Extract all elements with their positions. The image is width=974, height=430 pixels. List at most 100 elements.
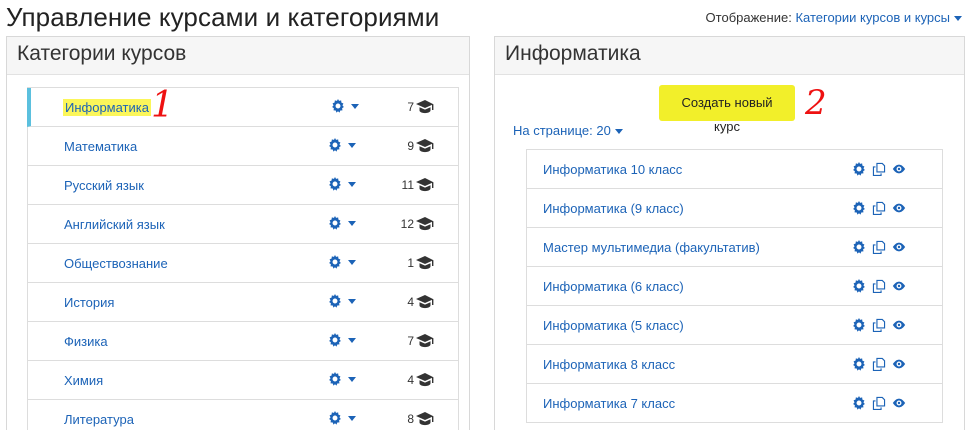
gear-icon[interactable] — [852, 201, 866, 215]
course-link[interactable]: Информатика 10 класс — [543, 162, 682, 177]
graduation-cap-icon — [416, 100, 434, 114]
per-page-selector[interactable]: На странице: 20 — [513, 123, 623, 138]
eye-icon[interactable] — [892, 162, 906, 176]
category-link[interactable]: Английский язык — [64, 217, 165, 232]
course-count: 7 — [407, 334, 414, 348]
category-actions-menu[interactable] — [328, 372, 356, 386]
copy-icon[interactable] — [872, 240, 886, 254]
eye-icon[interactable] — [892, 279, 906, 293]
courses-panel-title: Информатика — [495, 37, 964, 75]
category-link[interactable]: Физика — [64, 334, 108, 349]
gear-icon — [328, 138, 342, 152]
course-row[interactable]: Информатика (5 класс) — [526, 306, 943, 345]
copy-icon[interactable] — [872, 396, 886, 410]
category-row[interactable]: Математика 9 — [27, 127, 459, 166]
course-actions — [852, 162, 906, 176]
gear-icon[interactable] — [852, 357, 866, 371]
category-link[interactable]: Литература — [64, 412, 134, 427]
course-count: 11 — [401, 178, 414, 192]
gear-icon — [328, 255, 342, 269]
chevron-down-icon — [351, 103, 359, 109]
course-link[interactable]: Информатика 7 класс — [543, 396, 675, 411]
category-link[interactable]: Химия — [64, 373, 103, 388]
category-row[interactable]: Литература 8 — [27, 400, 459, 430]
course-link[interactable]: Информатика (9 класс) — [543, 201, 684, 216]
gear-icon[interactable] — [852, 396, 866, 410]
chevron-down-icon — [348, 181, 356, 187]
course-count: 1 — [407, 256, 414, 270]
view-label: Отображение: — [705, 10, 792, 25]
course-row[interactable]: Информатика (6 класс) — [526, 267, 943, 306]
course-actions — [852, 318, 906, 332]
category-link[interactable]: Информатика — [63, 98, 151, 116]
category-link[interactable]: История — [64, 295, 114, 310]
gear-icon[interactable] — [852, 279, 866, 293]
category-actions-menu[interactable] — [328, 138, 356, 152]
course-count: 12 — [400, 217, 414, 231]
copy-icon[interactable] — [872, 357, 886, 371]
course-actions — [852, 279, 906, 293]
course-row[interactable]: Информатика (9 класс) — [526, 189, 943, 228]
category-row[interactable]: Информатика 7 — [27, 88, 459, 127]
chevron-down-icon — [954, 16, 962, 22]
chevron-down-icon — [348, 220, 356, 226]
category-actions-menu[interactable] — [328, 294, 356, 308]
course-row[interactable]: Информатика 7 класс — [526, 384, 943, 423]
course-link[interactable]: Информатика (5 класс) — [543, 318, 684, 333]
gear-icon — [331, 99, 345, 113]
chevron-down-icon — [348, 337, 356, 343]
copy-icon[interactable] — [872, 318, 886, 332]
chevron-down-icon — [348, 376, 356, 382]
category-link[interactable]: Обществознание — [64, 256, 168, 271]
page-title: Управление курсами и категориями — [6, 2, 440, 32]
course-row[interactable]: Мастер мультимедиа (факультатив) — [526, 228, 943, 267]
category-row[interactable]: Русский язык 11 — [27, 166, 459, 205]
gear-icon[interactable] — [852, 240, 866, 254]
gear-icon[interactable] — [852, 162, 866, 176]
courses-panel: Информатика Создать новый курс 2 На стра… — [494, 36, 965, 430]
course-link[interactable]: Информатика 8 класс — [543, 357, 675, 372]
category-actions-menu[interactable] — [331, 99, 359, 113]
chevron-down-icon — [614, 129, 623, 135]
category-actions-menu[interactable] — [328, 255, 356, 269]
course-count: 7 — [407, 100, 414, 114]
gear-icon — [328, 333, 342, 347]
category-row[interactable]: Обществознание 1 — [27, 244, 459, 283]
category-actions-menu[interactable] — [328, 177, 356, 191]
eye-icon[interactable] — [892, 240, 906, 254]
category-row[interactable]: Английский язык 12 — [27, 205, 459, 244]
copy-icon[interactable] — [872, 201, 886, 215]
eye-icon[interactable] — [892, 318, 906, 332]
gear-icon — [328, 372, 342, 386]
create-course-button[interactable]: Создать новый курс — [667, 91, 787, 134]
gear-icon — [328, 177, 342, 191]
category-actions-menu[interactable] — [328, 411, 356, 425]
course-actions — [852, 396, 906, 410]
category-row[interactable]: Химия 4 — [27, 361, 459, 400]
copy-icon[interactable] — [872, 279, 886, 293]
eye-icon[interactable] — [892, 396, 906, 410]
chevron-down-icon — [348, 142, 356, 148]
chevron-down-icon — [348, 298, 356, 304]
course-count: 8 — [407, 412, 414, 426]
graduation-cap-icon — [416, 373, 434, 387]
gear-icon — [328, 216, 342, 230]
categories-panel-title: Категории курсов — [7, 37, 469, 75]
eye-icon[interactable] — [892, 357, 906, 371]
category-link[interactable]: Русский язык — [64, 178, 144, 193]
course-link[interactable]: Информатика (6 класс) — [543, 279, 684, 294]
category-row[interactable]: История 4 — [27, 283, 459, 322]
course-actions — [852, 201, 906, 215]
copy-icon[interactable] — [872, 162, 886, 176]
category-actions-menu[interactable] — [328, 216, 356, 230]
category-row[interactable]: Физика 7 — [27, 322, 459, 361]
graduation-cap-icon — [416, 139, 434, 153]
eye-icon[interactable] — [892, 201, 906, 215]
category-actions-menu[interactable] — [328, 333, 356, 347]
category-link[interactable]: Математика — [64, 139, 137, 154]
gear-icon[interactable] — [852, 318, 866, 332]
course-row[interactable]: Информатика 8 класс — [526, 345, 943, 384]
view-dropdown[interactable]: Категории курсов и курсы — [795, 10, 962, 25]
course-link[interactable]: Мастер мультимедиа (факультатив) — [543, 240, 760, 255]
course-row[interactable]: Информатика 10 класс — [526, 150, 943, 189]
